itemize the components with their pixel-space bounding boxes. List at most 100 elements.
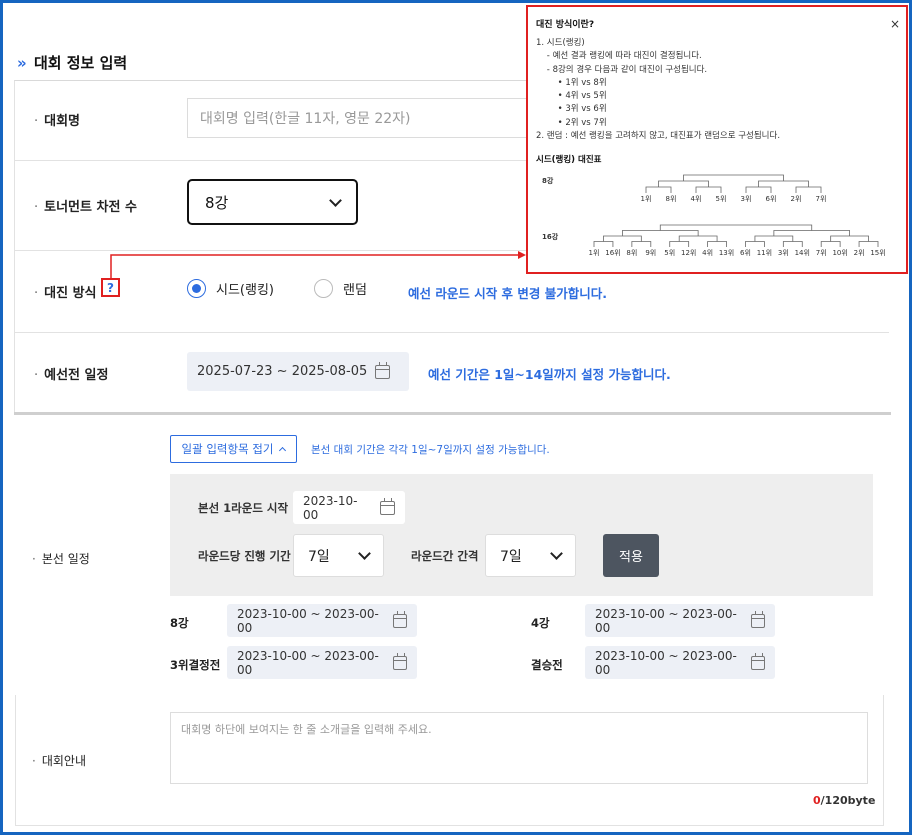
calendar-icon xyxy=(392,610,407,628)
bracket-line xyxy=(593,241,614,248)
bracket-seed-label: 13위 xyxy=(719,249,734,257)
help-icon[interactable]: ? xyxy=(101,278,120,297)
bracket-diagram: 1위 8위 4위 5위 3위 6위 2위 7위 8강 1위 16위 8위 9위 5위 12위 4위 13위 6위 1… xyxy=(542,174,886,257)
chevron-down-icon xyxy=(358,547,371,560)
round-label: 결승전 xyxy=(531,658,563,672)
row-border xyxy=(883,695,884,825)
calendar-icon xyxy=(750,652,765,670)
popup-line: • 3위 vs 6위 xyxy=(536,104,607,115)
bracket-seed-label: 15위 xyxy=(870,249,885,257)
chevron-down-icon xyxy=(550,547,563,560)
interval-select[interactable]: 7일 xyxy=(485,534,576,577)
bracket-line xyxy=(745,186,772,194)
round-date-input[interactable]: 2023-10-00 ~ 2023-00-00 xyxy=(227,646,417,679)
popup-line: 1. 시드(랭킹) xyxy=(536,38,585,48)
popup-title: 대진 방식이란? xyxy=(536,20,595,30)
bracket-line xyxy=(745,241,765,248)
bracket-seed-label: 3위 xyxy=(741,195,752,203)
bracket-line xyxy=(754,235,794,242)
bracket-seed-label: 11위 xyxy=(757,249,772,257)
round1-date-input[interactable]: 2023-10-00 xyxy=(293,491,405,524)
calendar-icon xyxy=(392,652,407,670)
round-label: 8강 xyxy=(170,616,189,630)
bracket-seed-label: 1위 xyxy=(641,195,652,203)
bracket-line xyxy=(603,235,642,242)
bracket-seed-label: 2위 xyxy=(791,195,802,203)
prelim-note: 예선 기간은 1일~14일까지 설정 가능합니다. xyxy=(428,367,671,382)
bracket-seed-label: 12위 xyxy=(681,249,696,257)
bracket-line xyxy=(678,235,718,242)
bracket-line xyxy=(858,241,879,248)
collapse-button[interactable]: 일괄 입력항목 접기 xyxy=(170,435,297,463)
bracket-seed-label: 5위 xyxy=(664,249,675,257)
round-label: 3위결정전 xyxy=(170,658,221,672)
match-info-popup: 대진 방식이란? × 1. 시드(랭킹) - 예선 결과 랭킹에 따라 대진이 … xyxy=(526,5,908,274)
bracket-seed-label: 1위 xyxy=(589,249,600,257)
radio-seed[interactable]: 시드(랭킹) xyxy=(187,279,274,298)
name-input[interactable]: 대회명 입력(한글 11자, 영문 22자) xyxy=(187,98,532,138)
main-note: 본선 대회 기간은 각각 1일~7일까지 설정 가능합니다. xyxy=(311,444,550,456)
bracket-seed-label: 6위 xyxy=(740,249,751,257)
round-date-input[interactable]: 2023-10-00 ~ 2023-00-00 xyxy=(585,646,775,679)
bracket-seed-label: 8위 xyxy=(666,195,677,203)
popup-line: - 8강의 경우 다음과 같이 대진이 구성됩니다. xyxy=(536,64,708,75)
chevron-down-icon xyxy=(329,193,342,207)
bracket-seed-label: 7위 xyxy=(816,195,827,203)
bracket-seed-label: 14위 xyxy=(795,249,810,257)
row-border xyxy=(15,825,884,826)
bracket-line xyxy=(773,230,851,237)
bracket-line xyxy=(782,241,803,248)
close-icon[interactable]: × xyxy=(890,17,900,31)
interval-label: 라운드간 간격 xyxy=(411,549,479,563)
per-round-select[interactable]: 7일 xyxy=(293,534,384,577)
bracket-line xyxy=(707,241,727,248)
bracket-seed-label: 7위 xyxy=(816,249,827,257)
calendar-icon xyxy=(375,361,391,379)
section-divider xyxy=(14,412,891,415)
match-label: · 대진 방식 xyxy=(34,286,97,301)
radio-random[interactable]: 랜덤 xyxy=(314,279,367,298)
calendar-icon xyxy=(750,610,765,628)
round-date-input[interactable]: 2023-10-00 ~ 2023-00-00 xyxy=(227,604,417,637)
calendar-icon xyxy=(380,497,395,515)
bracket-title: 시드(랭킹) 대진표 xyxy=(536,155,602,166)
section-title: » 대회 정보 입력 xyxy=(17,54,128,72)
radio-checked-icon xyxy=(187,279,206,298)
row-divider xyxy=(15,332,889,333)
chevron-up-icon xyxy=(279,446,287,455)
popup-line: - 예선 결과 랭킹에 따라 대진이 결정됩니다. xyxy=(536,51,702,62)
bracket-seed-label: 6위 xyxy=(766,195,777,203)
round1-label: 본선 1라운드 시작 xyxy=(198,501,289,515)
radio-unchecked-icon xyxy=(314,279,333,298)
bracket-seed-label: 4위 xyxy=(691,195,702,203)
bracket-seed-label: 16위 xyxy=(605,249,620,257)
popup-line: 2. 랜덤 : 예선 랭킹을 고려하지 않고, 대진표가 랜덤으로 구성됩니다. xyxy=(536,131,781,142)
main-label: · 본선 일정 xyxy=(32,552,90,566)
bracket-line xyxy=(669,241,690,248)
per-round-label: 라운드당 진행 기간 xyxy=(198,549,291,563)
popup-line: • 4위 vs 5위 xyxy=(536,91,607,102)
match-note: 예선 라운드 시작 후 변경 불가합니다. xyxy=(408,286,608,301)
name-label: · 대회명 xyxy=(34,114,81,129)
byte-counter: 0/120byte xyxy=(813,794,876,807)
apply-button[interactable]: 적용 xyxy=(603,534,659,577)
popup-body: 1. 시드(랭킹) - 예선 결과 랭킹에 따라 대진이 결정됩니다. - 8강… xyxy=(536,37,898,143)
bracket-seed-label: 4위 xyxy=(702,249,713,257)
bracket-line xyxy=(645,186,672,194)
popup-line: • 1위 vs 8위 xyxy=(536,77,607,88)
bracket-line xyxy=(658,180,709,188)
bracket-line xyxy=(695,186,722,194)
row-border xyxy=(15,695,16,825)
round-date-input[interactable]: 2023-10-00 ~ 2023-00-00 xyxy=(585,604,775,637)
prelim-label: · 예선전 일정 xyxy=(34,368,109,383)
prelim-date-input[interactable]: 2025-07-23 ~ 2025-08-05 xyxy=(187,352,409,391)
rounds-select[interactable]: 8강 xyxy=(187,179,358,225)
double-chevron-icon: » xyxy=(17,54,27,72)
bracket-line xyxy=(683,174,784,182)
bracket-seed-label: 9위 xyxy=(645,249,656,257)
bracket-seed-label: 5위 xyxy=(716,195,727,203)
bracket-size-label: 8강 xyxy=(542,176,554,185)
rounds-label: · 토너먼트 차전 수 xyxy=(34,200,137,215)
bracket-seed-label: 2위 xyxy=(854,249,865,257)
intro-textarea[interactable]: 대회명 하단에 보여지는 한 줄 소개글을 입력해 주세요. xyxy=(170,712,868,784)
